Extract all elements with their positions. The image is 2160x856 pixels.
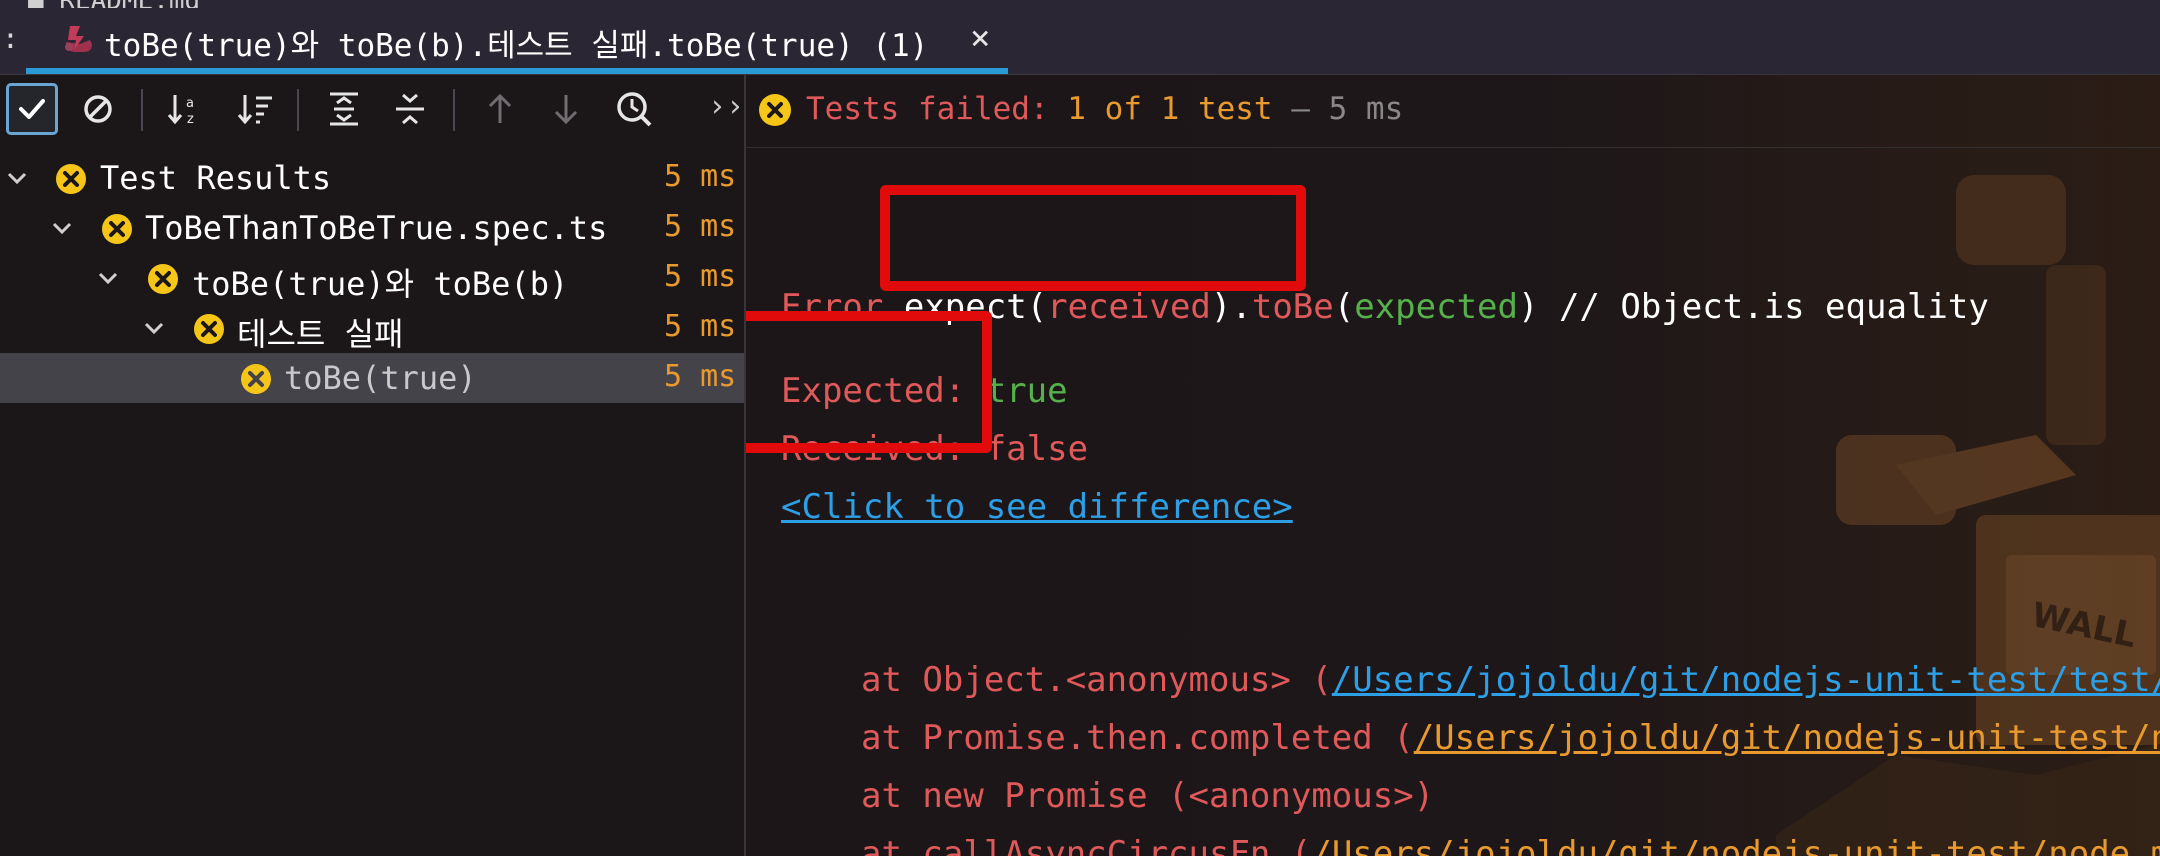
show-ignored-button[interactable] bbox=[72, 83, 124, 135]
tab-menu-icon[interactable]: : bbox=[2, 22, 19, 55]
collapse-all-icon bbox=[396, 93, 424, 125]
chevron-down-icon[interactable] bbox=[49, 215, 75, 241]
expected-arg: expected bbox=[1354, 287, 1518, 327]
stack-frame-prefix: at callAsyncCircusFn ( bbox=[861, 834, 1312, 856]
chevron-down-icon[interactable] bbox=[95, 265, 121, 291]
tab-test-run[interactable]: toBe(true)와 toBe(b).테스트 실패.toBe(true) (1… bbox=[26, 8, 1008, 74]
sort-by-duration-button[interactable] bbox=[230, 83, 282, 135]
svg-text:z: z bbox=[187, 112, 194, 127]
highlight-box-matcher bbox=[880, 185, 1306, 291]
error-label: Error bbox=[781, 287, 884, 327]
cancel-circle-icon bbox=[84, 95, 112, 123]
see-difference-link[interactable]: <Click to see difference> bbox=[781, 487, 1293, 527]
ide-window: ■ README.md : toBe(true)와 toBe(b).테스트 실패… bbox=[0, 0, 2160, 856]
partial-tab-label[interactable]: ■ README.md bbox=[28, 0, 200, 8]
failed-test-icon bbox=[148, 264, 178, 294]
stack-frame-prefix: at Promise.then.completed ( bbox=[861, 718, 1414, 758]
stack-frame: at callAsyncCircusFn (/Users/jojoldu/git… bbox=[861, 834, 2160, 856]
tree-item-describe-block[interactable]: toBe(true)와 toBe(b) 5 ms bbox=[0, 253, 744, 303]
stack-frame-prefix: at new Promise (<anonymous>) bbox=[861, 776, 1435, 816]
more-actions-icon[interactable]: ›› bbox=[708, 89, 744, 124]
checkmark-icon bbox=[19, 99, 45, 119]
tab-close-button[interactable]: × bbox=[970, 18, 990, 58]
stack-frame-link[interactable]: /Users/jojoldu/git/nodejs-unit-test/test… bbox=[1332, 660, 2160, 700]
status-prefix: Tests failed: bbox=[806, 91, 1068, 127]
console-output-pane: WALL Tests failed: 1 of 1 test – 5 ms Er… bbox=[746, 75, 2160, 856]
error-line: Error expect(received).toBe(expected) //… bbox=[781, 287, 1989, 327]
top-tab-strip: ■ README.md bbox=[0, 0, 2160, 8]
status-time: 5 ms bbox=[1328, 91, 1404, 127]
show-passed-button[interactable] bbox=[6, 83, 58, 135]
jest-icon bbox=[65, 26, 92, 52]
stack-frame: at new Promise (<anonymous>) bbox=[861, 776, 1434, 816]
open-paren: ( bbox=[1333, 287, 1355, 327]
collapse-all-button[interactable] bbox=[384, 83, 436, 135]
test-history-button[interactable] bbox=[608, 83, 660, 135]
tree-item-test-case[interactable]: toBe(true) 5 ms bbox=[0, 353, 744, 403]
received-line: Received: false bbox=[781, 429, 1088, 469]
failed-test-icon bbox=[102, 214, 132, 244]
diff-line: <Click to see difference> bbox=[781, 487, 1293, 527]
tree-item-duration: 5 ms bbox=[664, 159, 737, 194]
tree-item-duration: 5 ms bbox=[664, 359, 737, 394]
next-failed-button[interactable] bbox=[540, 83, 592, 135]
stack-frame-link[interactable]: /Users/jojoldu/git/nodejs-unit-test/node… bbox=[1311, 834, 2160, 856]
tree-item-nested-describe[interactable]: 테스트 실패 5 ms bbox=[0, 303, 744, 353]
active-tab-indicator bbox=[26, 68, 1008, 74]
close-paren: ). bbox=[1210, 287, 1252, 327]
received-value: false bbox=[985, 429, 1089, 469]
sort-alphabetical-icon: a z bbox=[167, 95, 194, 127]
toolbar-separator bbox=[453, 89, 455, 131]
status-text: Tests failed: 1 of 1 test – 5 ms bbox=[806, 91, 1403, 127]
expand-all-button[interactable] bbox=[318, 83, 370, 135]
tree-item-label: toBe(true) bbox=[284, 359, 477, 397]
failed-test-icon bbox=[56, 164, 86, 194]
status-divider bbox=[746, 147, 2160, 148]
run-tab-bar: : toBe(true)와 toBe(b).테스트 실패.toBe(true) … bbox=[0, 8, 2160, 75]
tree-item-label: ToBeThanToBeTrue.spec.ts bbox=[145, 209, 608, 247]
tree-item-duration: 5 ms bbox=[664, 309, 737, 344]
arrow-up-icon bbox=[488, 93, 512, 123]
close-paren: ) bbox=[1518, 287, 1539, 327]
failed-test-icon bbox=[194, 314, 224, 344]
expect-fn: expect( bbox=[903, 287, 1048, 327]
expected-line: Expected: true bbox=[781, 371, 1068, 411]
expand-all-icon bbox=[330, 92, 358, 126]
status-count: 1 of 1 test bbox=[1067, 91, 1273, 127]
toolbar-separator bbox=[141, 89, 143, 131]
stack-frame-link[interactable]: /Users/jojoldu/git/nodejs-unit-test/no bbox=[1414, 718, 2160, 758]
tree-item-label: 테스트 실패 bbox=[237, 315, 404, 353]
equality-comment: // Object.is equality bbox=[1538, 287, 1989, 327]
test-tree-pane: a z ›› Test Results 5 ms ToBeThanToBeTru… bbox=[0, 75, 744, 856]
status-separator: – bbox=[1272, 91, 1329, 127]
chevron-down-icon[interactable] bbox=[4, 165, 30, 191]
failed-status-icon bbox=[759, 94, 791, 126]
failed-test-icon bbox=[241, 364, 271, 394]
received-label: Received: bbox=[781, 429, 986, 469]
arrow-down-icon bbox=[554, 95, 578, 125]
expected-value: true bbox=[985, 371, 1068, 411]
tree-item-test-results[interactable]: Test Results 5 ms bbox=[0, 153, 744, 203]
stack-frame: at Object.<anonymous> (/Users/jojoldu/gi… bbox=[861, 660, 2160, 700]
tab-title: toBe(true)와 toBe(b).테스트 실패.toBe(true) (1… bbox=[104, 28, 929, 64]
tree-item-duration: 5 ms bbox=[664, 209, 737, 244]
tree-item-label: toBe(true)와 toBe(b) bbox=[192, 265, 569, 303]
console-text: Error expect(received).toBe(expected) //… bbox=[781, 207, 2160, 856]
stack-frame-prefix: at Object.<anonymous> ( bbox=[861, 660, 1332, 700]
tree-item-label: Test Results bbox=[100, 159, 332, 197]
stack-frame: at Promise.then.completed (/Users/jojold… bbox=[861, 718, 2160, 758]
tree-item-duration: 5 ms bbox=[664, 259, 737, 294]
sort-alphabetically-button[interactable]: a z bbox=[160, 83, 212, 135]
sort-by-duration-icon bbox=[237, 95, 272, 125]
received-arg: received bbox=[1047, 287, 1211, 327]
history-icon bbox=[617, 92, 652, 127]
expected-label: Expected: bbox=[781, 371, 986, 411]
tree-item-spec-file[interactable]: ToBeThanToBeTrue.spec.ts 5 ms bbox=[0, 203, 744, 253]
test-toolbar: a z ›› bbox=[0, 75, 744, 145]
previous-failed-button[interactable] bbox=[474, 83, 526, 135]
chevron-down-icon[interactable] bbox=[141, 315, 167, 341]
tobe-fn: toBe bbox=[1251, 287, 1334, 327]
toolbar-separator bbox=[297, 89, 299, 131]
svg-text:a: a bbox=[186, 96, 194, 111]
